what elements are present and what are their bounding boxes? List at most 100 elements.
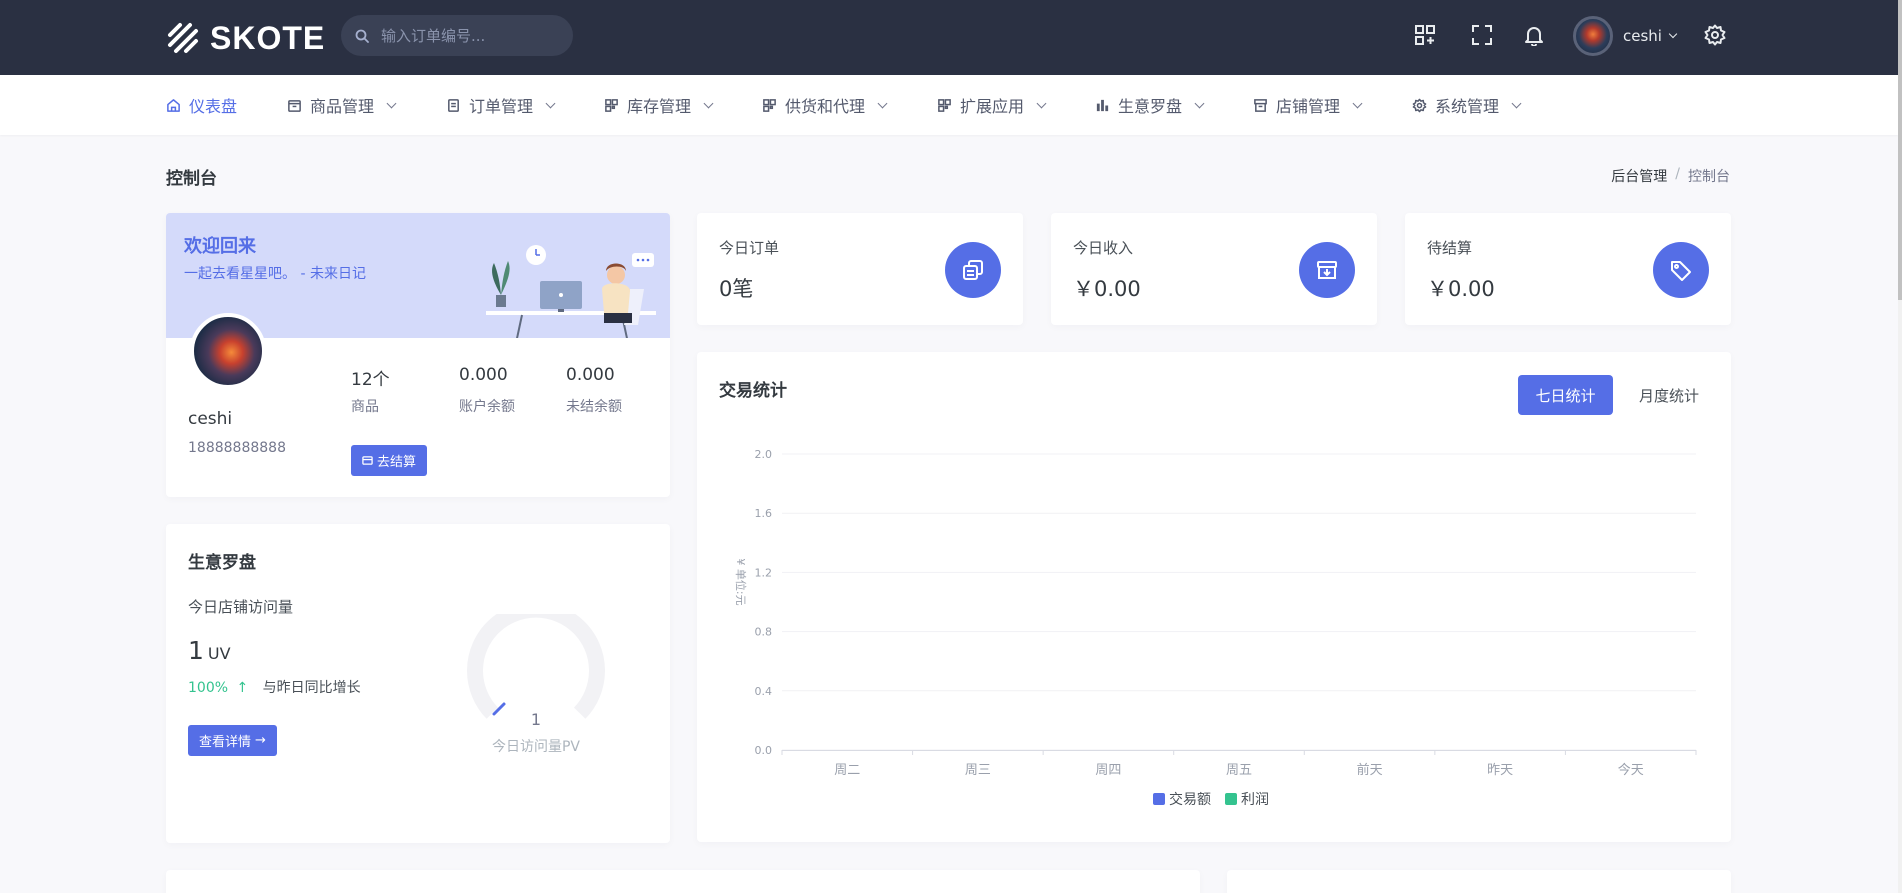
growth-row: 100% ↑ 与昨日同比增长 xyxy=(188,677,361,697)
trade-chart: 0.0 0.4 0.8 1.2 1.6 2.0 ¥ 单位:元周二 周三 周四 周五 前天 昨天 今天交易… xyxy=(734,448,1697,808)
stat-unsettled-value: 0.000 xyxy=(566,365,615,385)
scrollbar-thumb[interactable] xyxy=(1898,0,1902,300)
search-box[interactable] xyxy=(341,15,573,56)
y-tick-label: 1.6 xyxy=(755,507,773,520)
nav-item-supply[interactable]: 供货和代理 xyxy=(762,93,888,117)
today-orders-card: 今日订单 0笔 xyxy=(697,213,1023,325)
archive-in-icon xyxy=(1299,242,1355,298)
nav-item-compass[interactable]: 生意罗盘 xyxy=(1095,93,1205,117)
nav-label: 订单管理 xyxy=(469,97,534,116)
nav-label: 商品管理 xyxy=(310,97,375,116)
chevron-down-icon xyxy=(1511,98,1522,108)
nav-label: 系统管理 xyxy=(1435,97,1500,116)
breadcrumb-separator: / xyxy=(1675,166,1680,182)
y-tick-label: 0.8 xyxy=(755,626,773,639)
stat-products-label: 商品 xyxy=(351,399,379,415)
stat-unsettled-label: 未结余额 xyxy=(566,399,622,415)
x-tick-label: 周四 xyxy=(1095,763,1121,778)
view-details-button[interactable]: 查看详情 → xyxy=(188,725,277,756)
x-tick-label: 周五 xyxy=(1226,763,1252,778)
gauge-label: 今日访问量PV xyxy=(491,739,581,755)
stat-products-value: 12个 xyxy=(351,370,390,390)
bell-icon[interactable] xyxy=(1519,20,1549,50)
logo-icon xyxy=(168,23,198,53)
today-orders-label: 今日订单 xyxy=(719,239,780,257)
logo[interactable]: SKOTE xyxy=(166,18,325,58)
breadcrumb-link[interactable]: 后台管理 xyxy=(1611,166,1667,186)
archive-icon xyxy=(1254,98,1267,112)
profile-avatar xyxy=(190,313,266,389)
search-icon xyxy=(355,29,369,43)
x-tick-label: 周二 xyxy=(834,763,860,778)
welcome-subtitle: 一起去看星星吧。 - 未来日记 xyxy=(184,266,366,282)
nav-item-store[interactable]: 店铺管理 xyxy=(1253,93,1363,117)
main-nav: 仪表盘 商品管理 订单管理 库存管理 供货和代理 扩展应用 生意罗盘 店铺管理 … xyxy=(0,75,1898,135)
logo-text: SKOTE xyxy=(210,19,326,56)
home-icon xyxy=(167,98,180,112)
scrollbar-track[interactable] xyxy=(1898,0,1902,893)
legend-swatch xyxy=(1153,793,1165,805)
nav-item-orders[interactable]: 订单管理 xyxy=(446,93,556,117)
y-tick-label: 0.4 xyxy=(755,685,773,698)
bottom-right-card xyxy=(1227,870,1731,893)
uv-unit: UV xyxy=(207,644,231,663)
wallet-icon xyxy=(362,456,373,465)
profile-name: ceshi xyxy=(188,409,233,429)
bar-chart-icon xyxy=(1096,99,1109,111)
pending-settlement-card: 待结算 ￥0.00 xyxy=(1405,213,1731,325)
view-details-label: 查看详情 xyxy=(199,735,252,750)
fullscreen-icon[interactable] xyxy=(1467,20,1497,50)
business-compass-card: 生意罗盘 今日店铺访问量 1 UV 100% ↑ 与昨日同比增长 查看详情 → 1… xyxy=(166,524,670,843)
y-tick-label: 2.0 xyxy=(755,448,773,461)
box-icon xyxy=(288,99,301,112)
legend-label: 利润 xyxy=(1241,792,1269,808)
uv-value: 1 xyxy=(188,636,204,665)
gear-icon[interactable] xyxy=(1700,20,1730,50)
chevron-down-icon xyxy=(1352,98,1363,108)
nav-item-extensions[interactable]: 扩展应用 xyxy=(937,93,1047,117)
welcome-card: 欢迎回来 一起去看星星吧。 - 未来日记 ceshi 18888888888 1… xyxy=(166,213,670,497)
x-tick-label: 昨天 xyxy=(1487,763,1513,778)
nav-label: 生意罗盘 xyxy=(1118,97,1183,116)
stat-balance-value: 0.000 xyxy=(459,365,508,385)
today-income-value: ￥0.00 xyxy=(1073,277,1141,301)
page-title: 控制台 xyxy=(166,169,217,189)
nav-item-inventory[interactable]: 库存管理 xyxy=(604,93,714,117)
settle-button-label: 去结算 xyxy=(376,455,416,470)
chevron-down-icon xyxy=(1036,98,1047,108)
growth-percent: 100% xyxy=(188,680,229,696)
arrow-up-icon: ↑ xyxy=(236,680,249,696)
nav-item-products[interactable]: 商品管理 xyxy=(287,93,397,117)
nav-item-dashboard[interactable]: 仪表盘 xyxy=(166,93,237,117)
grid-icon xyxy=(605,98,618,112)
grid-icon xyxy=(763,98,776,112)
copy-icon xyxy=(945,242,1001,298)
settle-button[interactable]: 去结算 xyxy=(351,445,427,476)
y-tick-label: 1.2 xyxy=(755,566,773,579)
nav-label: 店铺管理 xyxy=(1276,97,1341,116)
chevron-down-icon xyxy=(703,98,714,108)
apps-grid-icon[interactable] xyxy=(1410,20,1440,50)
breadcrumb-current: 控制台 xyxy=(1688,169,1730,185)
user-menu[interactable]: ceshi xyxy=(1573,15,1678,57)
person-at-desk-illustration xyxy=(486,245,656,338)
x-tick-label: 今天 xyxy=(1618,762,1644,778)
avatar xyxy=(1573,16,1613,56)
y-axis-label: ¥ 单位:元 xyxy=(734,558,748,605)
top-bar: SKOTE ceshi xyxy=(0,0,1898,75)
stat-balance-label: 账户余额 xyxy=(459,399,515,415)
today-income-label: 今日收入 xyxy=(1073,239,1134,257)
nav-label: 供货和代理 xyxy=(785,97,866,116)
gauge-value: 1 xyxy=(530,710,542,729)
chevron-down-icon xyxy=(877,98,888,108)
welcome-title: 欢迎回来 xyxy=(184,236,256,257)
chevron-down-icon xyxy=(386,98,397,108)
chevron-down-icon xyxy=(1668,29,1678,39)
legend-label: 交易额 xyxy=(1169,791,1211,808)
breadcrumb: 后台管理 / 控制台 xyxy=(1611,166,1730,186)
nav-item-system[interactable]: 系统管理 xyxy=(1412,93,1522,117)
nav-label: 扩展应用 xyxy=(960,97,1025,116)
pending-settlement-label: 待结算 xyxy=(1427,239,1473,257)
search-input[interactable] xyxy=(381,26,561,45)
tag-icon xyxy=(1653,242,1709,298)
